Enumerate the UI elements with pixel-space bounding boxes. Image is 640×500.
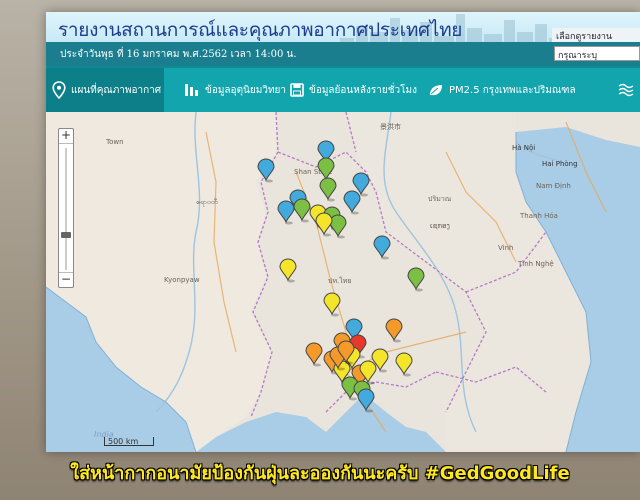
- leaf-icon: [430, 85, 442, 96]
- map-pin-icon: [52, 81, 66, 99]
- station-marker[interactable]: [329, 214, 347, 239]
- report-select-label: เลือกดูรายงาน: [552, 28, 640, 43]
- report-date: ประจำวันพุธ ที่ 16 มกราคม พ.ศ.2562 เวลา …: [60, 49, 297, 60]
- station-marker[interactable]: [357, 388, 375, 413]
- tab-label: แผนที่คุณภาพอากาศ: [71, 84, 162, 96]
- tab-pm25-bangkok[interactable]: PM2.5 กรุงเทพและปริมณฑล: [422, 68, 582, 112]
- tab-hourly-history[interactable]: ข้อมูลย้อนหลังรายชั่วโมง: [284, 68, 423, 112]
- tab-label: ข้อมูลอุตุนิยมวิทยา: [205, 84, 287, 96]
- station-marker[interactable]: [305, 342, 323, 367]
- tab-weather[interactable]: ข้อมูลอุตุนิยมวิทยา: [178, 68, 292, 112]
- page-title: รายงานสถานการณ์และคุณภาพอากาศประเทศไทย: [58, 19, 463, 41]
- station-marker[interactable]: [323, 292, 341, 317]
- weather-icon: [185, 84, 198, 96]
- zoom-control: + −: [58, 128, 74, 288]
- station-marker[interactable]: [407, 267, 425, 292]
- zoom-slider[interactable]: [59, 143, 73, 273]
- station-marker[interactable]: [293, 198, 311, 223]
- air-quality-map[interactable]: Hà Nội Hai Phòng Nam Định Thanh Hóa Vinh…: [46, 112, 640, 452]
- station-marker[interactable]: [279, 258, 297, 283]
- station-marker[interactable]: [385, 318, 403, 343]
- station-marker[interactable]: [277, 200, 295, 225]
- station-marker[interactable]: [315, 212, 333, 237]
- save-icon: [290, 83, 304, 97]
- zoom-out-button[interactable]: −: [59, 273, 73, 287]
- zoom-slider-handle[interactable]: [61, 232, 71, 238]
- station-markers: [257, 140, 425, 413]
- station-marker[interactable]: [343, 190, 361, 215]
- tab-label: PM2.5 กรุงเทพและปริมณฑล: [449, 84, 576, 96]
- app-window: รายงานสถานการณ์และคุณภาพอากาศประเทศไทย เ…: [46, 12, 640, 452]
- tab-air-quality-map[interactable]: แผนที่คุณภาพอากาศ: [46, 68, 164, 112]
- map-scale: 500 km: [104, 437, 154, 446]
- main-nav: แผนที่คุณภาพอากาศ ข้อมูลอุตุนิยมวิทยา ข้…: [46, 66, 640, 112]
- station-marker[interactable]: [257, 158, 275, 183]
- station-marker[interactable]: [319, 177, 337, 202]
- station-marker[interactable]: [373, 235, 391, 260]
- zoom-in-button[interactable]: +: [59, 129, 73, 143]
- caption-text: ใส่หน้ากากอนามัยป้องกันฝุ่นละอองกันนะครั…: [70, 463, 570, 484]
- wave-icon: [618, 83, 634, 97]
- station-marker[interactable]: [395, 352, 413, 377]
- date-bar: ประจำวันพุธ ที่ 16 มกราคม พ.ศ.2562 เวลา …: [46, 42, 640, 66]
- tab-label: ข้อมูลย้อนหลังรายชั่วโมง: [309, 84, 417, 96]
- report-select[interactable]: กรุณาระบุ: [554, 46, 640, 61]
- tab-more[interactable]: [612, 68, 640, 112]
